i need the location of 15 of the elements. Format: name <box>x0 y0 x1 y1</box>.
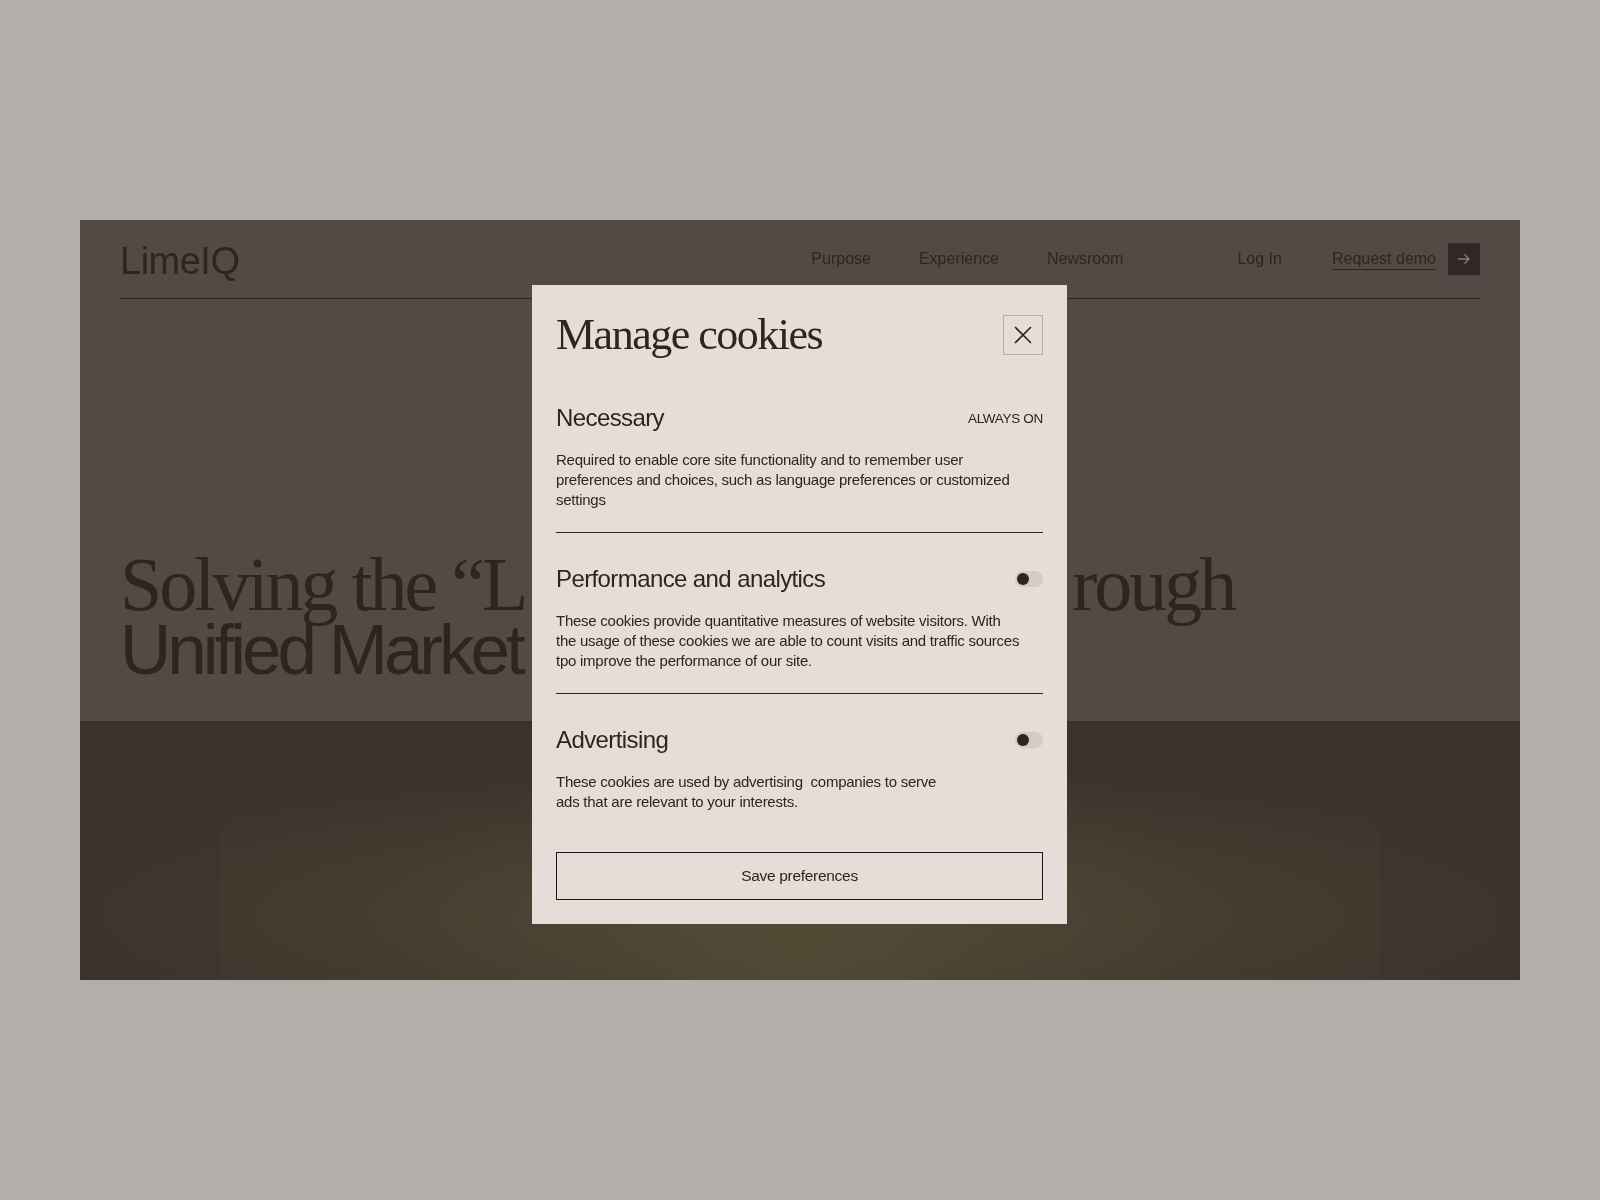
section-description: These cookies are used by advertising companies to serve ads that are relevant to your interests. <box>556 772 938 812</box>
section-title: Advertising <box>556 726 669 754</box>
section-description: These cookies provide quantitative measures of website visitors. With the usage of these cookies we are able to count visits and traffic sources tpo improve the performance of our site. <box>556 611 1021 671</box>
section-title: Necessary <box>556 404 664 432</box>
section-description: Required to enable core site functionality and to remember user preferences and choices, such as language preferences or customized settings <box>556 450 1011 510</box>
close-icon <box>1013 324 1033 345</box>
arrow-right-icon <box>1457 253 1471 265</box>
arrow-button[interactable] <box>1448 243 1480 275</box>
toggle-switch[interactable] <box>1015 732 1043 748</box>
modal-title: Manage cookies <box>556 309 823 360</box>
close-button[interactable] <box>1003 314 1043 355</box>
section-title: Performance and analytics <box>556 565 826 593</box>
toggle-switch[interactable] <box>1015 571 1043 587</box>
save-preferences-button[interactable]: Save preferences <box>556 852 1043 900</box>
status-label: ALWAYS ON <box>967 410 1043 426</box>
